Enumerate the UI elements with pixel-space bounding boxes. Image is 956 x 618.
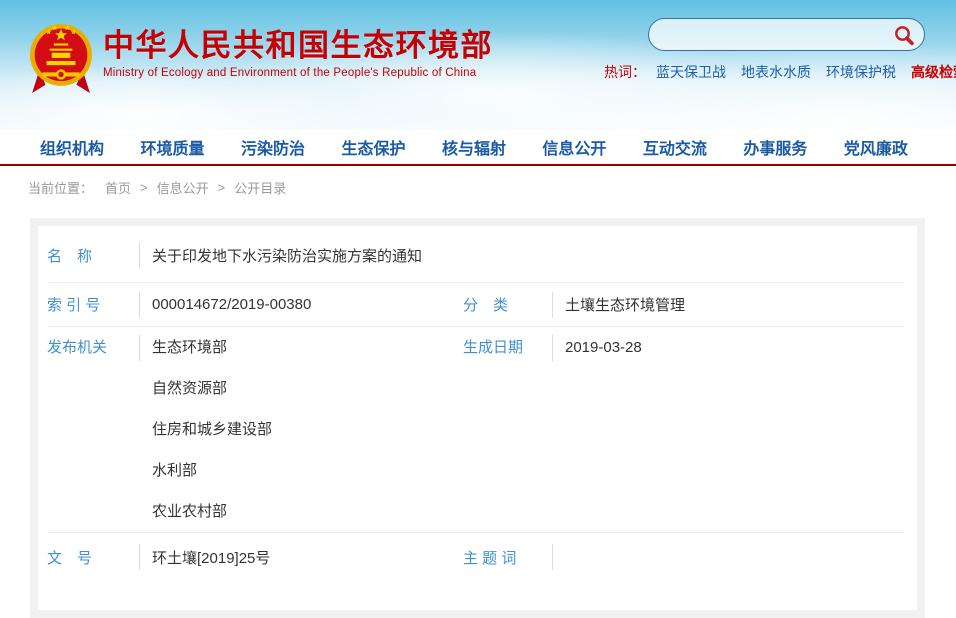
search-box [648,18,925,51]
vertical-divider [139,242,140,268]
row-index-category: 索 引 号 000014672/2019-00380 分 类 土壤生态环境管理 [38,283,917,326]
issuing-agency-list: 生态环境部 自然资源部 住房和城乡建设部 水利部 农业农村部 [152,327,463,532]
document-detail-card: 名 称 关于印发地下水污染防治实施方案的通知 索 引 号 000014672/2… [38,226,917,610]
issue-date-label: 生成日期 [463,327,521,368]
issuing-agency-item: 生态环境部 [152,327,463,368]
document-number-value: 环土壤[2019]25号 [152,547,463,568]
issuing-agency-item: 农业农村部 [152,491,463,532]
nav-item-pollution-control[interactable]: 污染防治 [241,135,305,159]
name-value: 关于印发地下水污染防治实施方案的通知 [152,245,422,266]
index-number-value: 000014672/2019-00380 [152,296,463,313]
vertical-divider [552,335,553,361]
breadcrumb-link-public-directory[interactable]: 公开目录 [234,178,286,197]
row-name: 名 称 关于印发地下水污染防治实施方案的通知 [38,228,917,282]
search-icon [893,24,915,46]
nav-item-interaction[interactable]: 互动交流 [643,135,707,159]
breadcrumb-label: 当前位置： [28,178,93,197]
advanced-search-link[interactable]: 高级检索 [911,62,956,82]
subject-words-label: 主 题 词 [463,547,521,568]
breadcrumb-separator: > [140,180,148,195]
nav-item-info-disclosure[interactable]: 信息公开 [542,135,606,159]
hotwords-label: 热词： [604,62,646,82]
site-subtitle: Ministry of Ecology and Environment of t… [103,67,493,79]
content-frame: 名 称 关于印发地下水污染防治实施方案的通知 索 引 号 000014672/2… [30,218,925,618]
nav-item-party-conduct[interactable]: 党风廉政 [844,135,908,159]
site-title: 中华人民共和国生态环境部 [103,28,493,64]
vertical-divider [552,544,553,570]
hotword-link-surface-water[interactable]: 地表水水质 [741,62,811,82]
document-number-label: 文 号 [47,547,112,568]
vertical-divider [139,292,140,318]
breadcrumb-link-home[interactable]: 首页 [105,178,131,197]
name-label: 名 称 [47,245,112,266]
issuing-agency-item: 自然资源部 [152,368,463,409]
row-issuer-date: 发布机关 生态环境部 自然资源部 住房和城乡建设部 水利部 农业农村部 生成日期… [38,327,917,532]
issuing-agency-item: 住房和城乡建设部 [152,409,463,450]
nav-item-nuclear-radiation[interactable]: 核与辐射 [442,135,506,159]
vertical-divider [139,544,140,570]
nav-item-eco-protection[interactable]: 生态保护 [341,135,405,159]
national-emblem-logo [29,18,93,102]
breadcrumb-link-info-disclosure[interactable]: 信息公开 [157,178,209,197]
site-title-block: 中华人民共和国生态环境部 Ministry of Ecology and Env… [103,28,493,79]
issue-date-value: 2019-03-28 [565,327,642,368]
row-docnum-subject: 文 号 环土壤[2019]25号 主 题 词 [38,533,917,581]
nav-item-env-quality[interactable]: 环境质量 [140,135,204,159]
nav-item-organization[interactable]: 组织机构 [40,135,104,159]
vertical-divider [552,292,553,318]
search-input[interactable] [649,19,884,50]
site-header: 中华人民共和国生态环境部 Ministry of Ecology and Env… [0,0,956,130]
vertical-divider [139,335,140,361]
breadcrumb: 当前位置： 首页 > 信息公开 > 公开目录 [0,166,956,208]
category-label: 分 类 [463,294,521,315]
hotword-link-env-tax[interactable]: 环境保护税 [826,62,896,82]
category-value: 土壤生态环境管理 [565,294,685,315]
nav-item-services[interactable]: 办事服务 [743,135,807,159]
main-nav: 组织机构 环境质量 污染防治 生态保护 核与辐射 信息公开 互动交流 办事服务 … [0,130,956,164]
issuing-agency-item: 水利部 [152,450,463,491]
issuing-agency-label: 发布机关 [47,327,112,368]
index-number-label: 索 引 号 [47,294,112,315]
search-button[interactable] [884,19,924,50]
breadcrumb-separator: > [218,180,226,195]
hotword-link-blue-sky[interactable]: 蓝天保卫战 [656,62,726,82]
hotwords-bar: 热词： 蓝天保卫战 地表水水质 环境保护税 高级检索 [604,62,934,82]
